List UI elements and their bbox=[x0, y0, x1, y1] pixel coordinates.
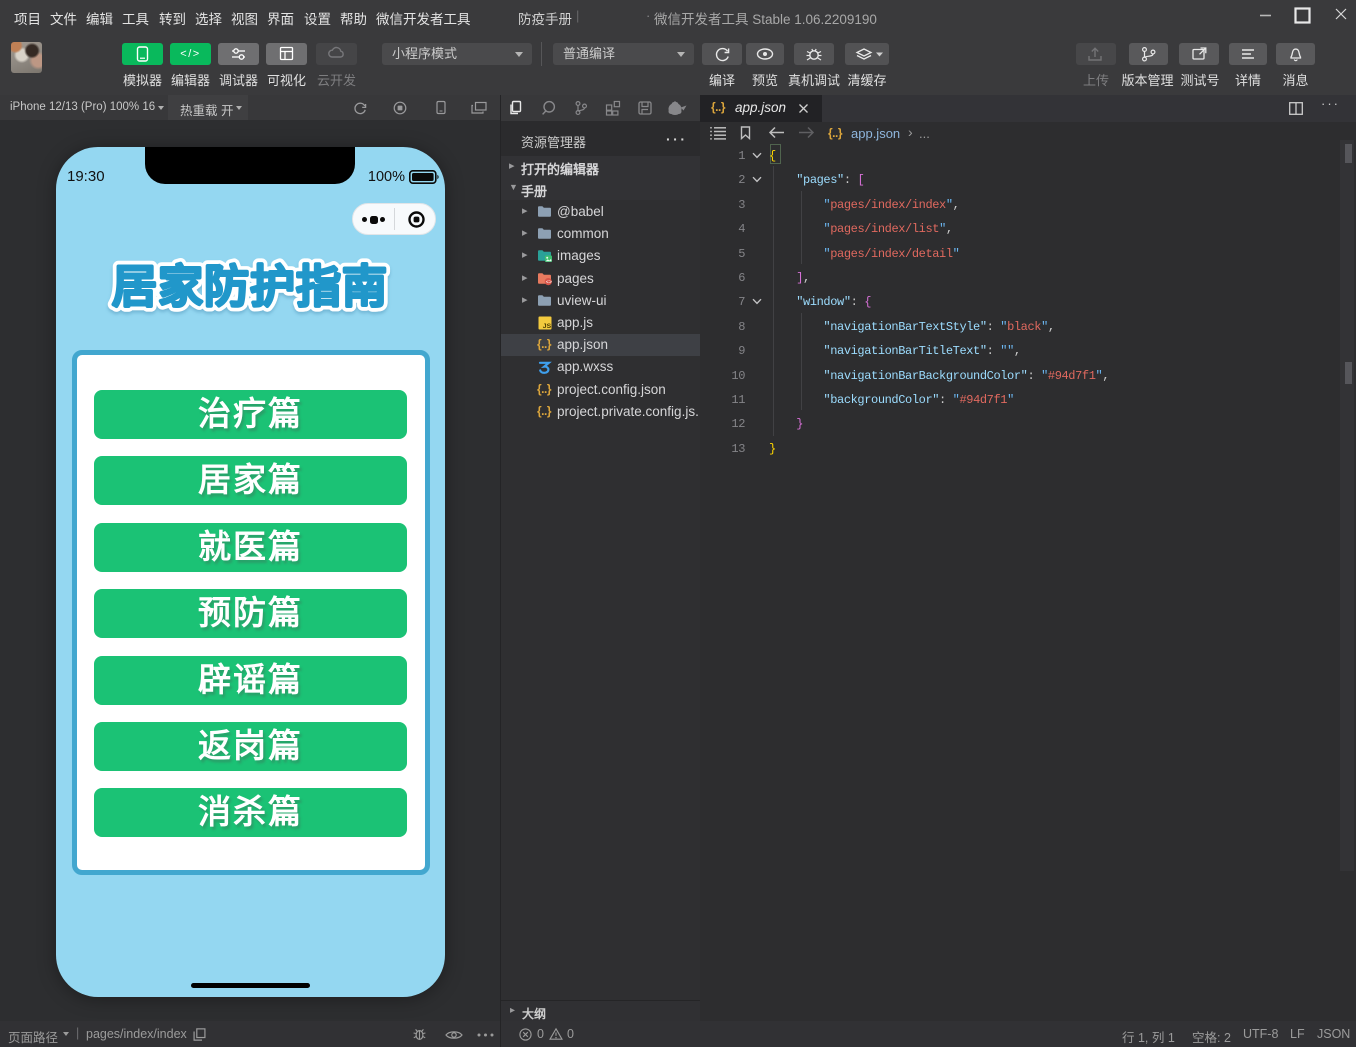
svg-text:JS: JS bbox=[543, 323, 552, 330]
svg-text:<>: <> bbox=[546, 279, 552, 285]
svg-text:居家防护指南: 居家防护指南 bbox=[112, 261, 388, 312]
